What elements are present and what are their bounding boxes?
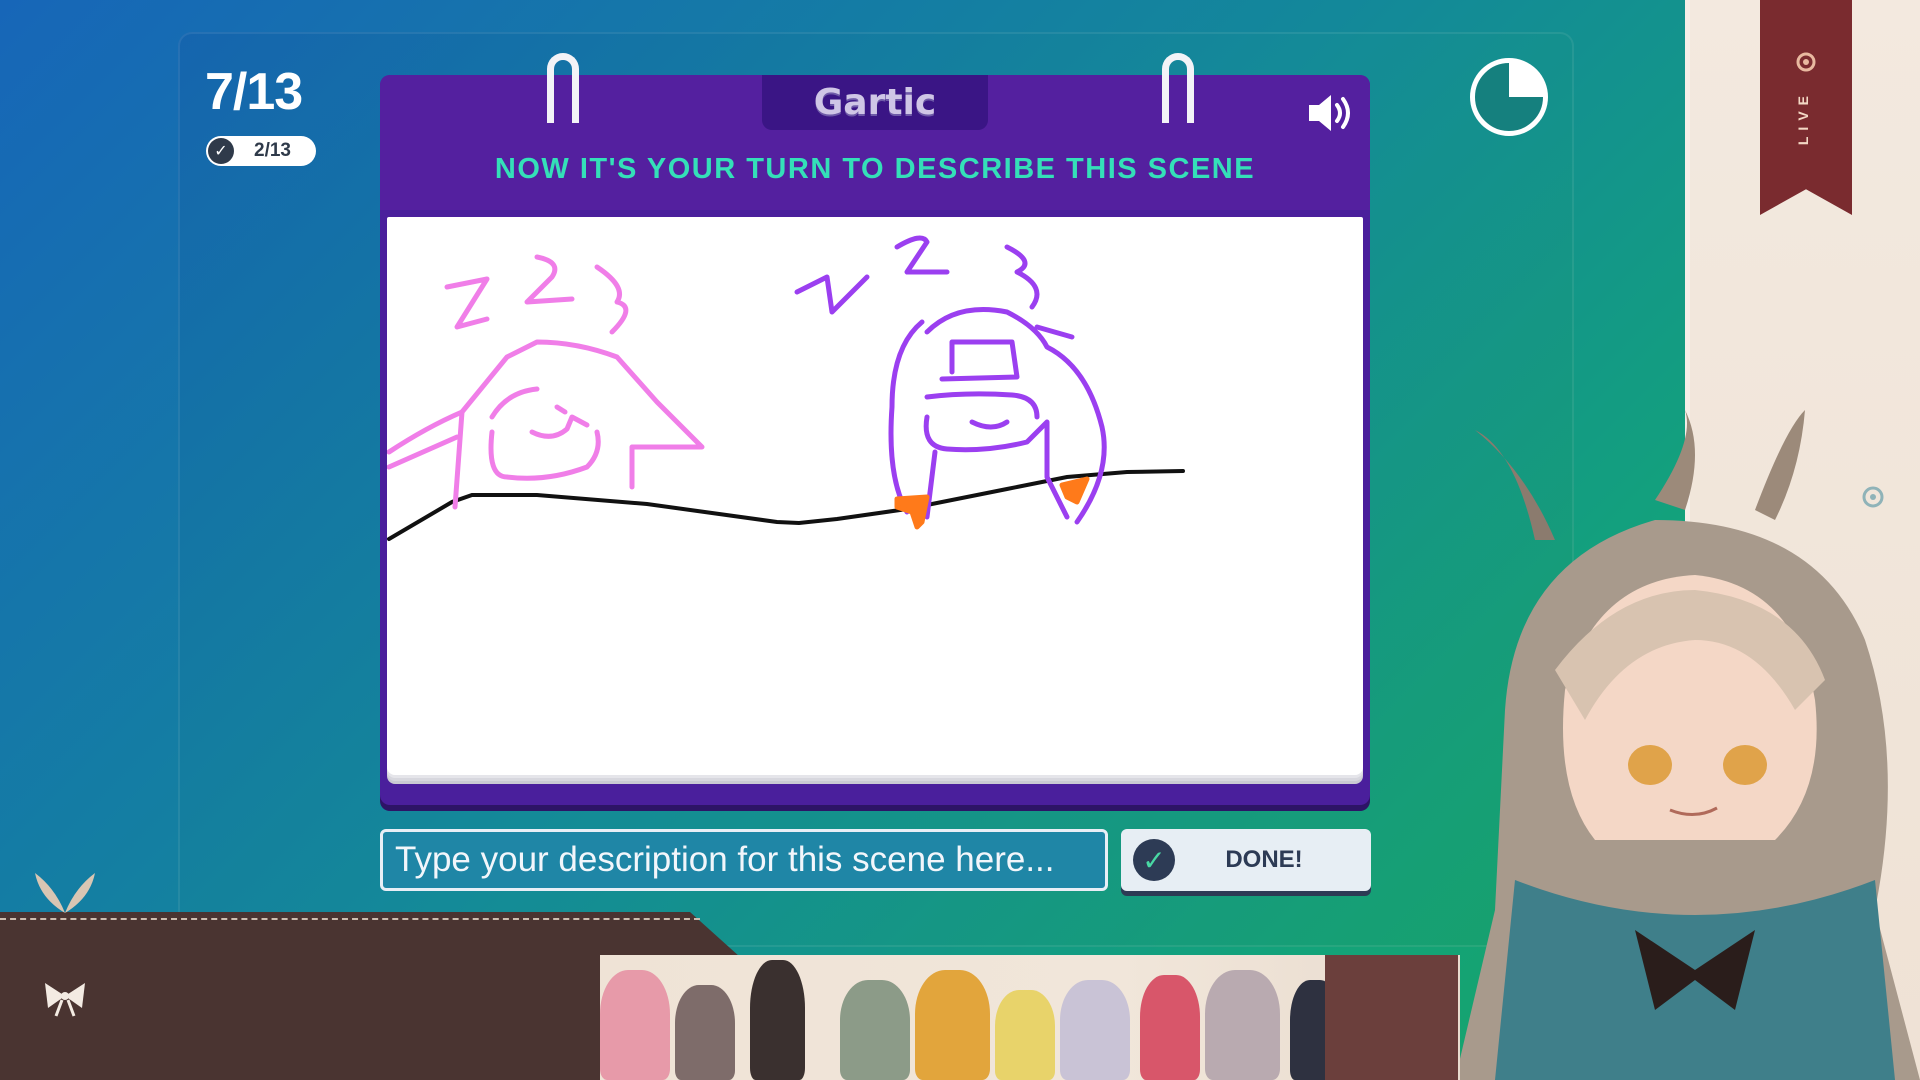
purple-zzz [794, 235, 1040, 315]
chibi-figure [1205, 970, 1280, 1080]
vtuber-avatar [1455, 410, 1920, 1080]
live-label: LIVE [1795, 90, 1811, 146]
chibi-figure [840, 980, 910, 1080]
chibi-figure [915, 970, 990, 1080]
drawing-notebook: Gartic NOW IT'S YOUR TURN TO DESCRIBE TH… [380, 53, 1370, 805]
notebook-ring-right [1162, 53, 1194, 123]
chibi-figure [995, 990, 1055, 1080]
timer-icon [1470, 58, 1548, 136]
chibi-figure [675, 985, 735, 1080]
scene-drawing [387, 235, 1185, 541]
logo-tab: Gartic [762, 75, 988, 130]
volume-icon[interactable] [1305, 89, 1357, 137]
gear-icon [1796, 52, 1816, 72]
drawing-canvas [387, 217, 1363, 775]
feather-icon [35, 873, 95, 913]
pink-creature [387, 339, 705, 510]
pink-zzz [444, 254, 629, 335]
completed-count: 2/13 [254, 140, 291, 161]
instruction-text: NOW IT'S YOUR TURN TO DESCRIBE THIS SCEN… [494, 153, 1256, 185]
dashed-border [0, 918, 700, 920]
done-button[interactable]: ✓ DONE! [1121, 829, 1371, 891]
ground-line [387, 469, 1185, 541]
notebook-ring-left [547, 53, 579, 123]
completed-badge: ✓ 2/13 [206, 136, 316, 166]
chibi-figure [1140, 975, 1200, 1080]
chibi-figure [750, 960, 805, 1080]
chibi-figure [1060, 980, 1130, 1080]
bow-icon [45, 983, 85, 1017]
check-icon: ✓ [208, 138, 234, 164]
round-progress: 7/13 [205, 63, 303, 121]
done-label: DONE! [1225, 846, 1303, 873]
gartic-logo: Gartic [813, 82, 937, 123]
chibi-figure [600, 970, 670, 1080]
portrait-thumbnail [1325, 955, 1458, 1080]
check-icon: ✓ [1133, 839, 1175, 881]
description-input[interactable] [380, 829, 1108, 891]
